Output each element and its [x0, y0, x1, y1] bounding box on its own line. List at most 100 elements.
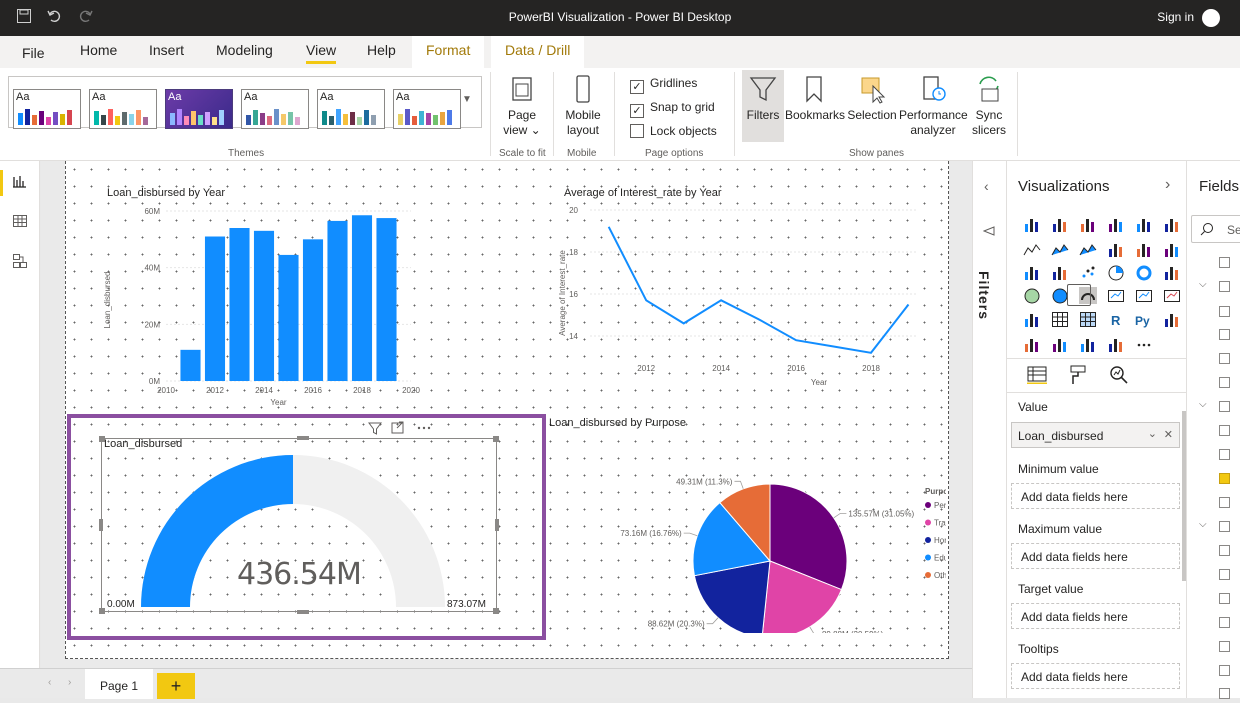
pie-chart[interactable]: 135.57M (31.05%) 89.88M (20.59%) 88.62M (2… — [556, 433, 946, 633]
field-checkbox[interactable] — [1219, 688, 1230, 699]
field-checkbox[interactable] — [1219, 425, 1230, 436]
tab-data-drill[interactable]: Data / Drill — [491, 36, 585, 68]
chevron-down-icon[interactable]: ▼ — [462, 94, 472, 105]
field-checkbox[interactable] — [1219, 401, 1230, 412]
chevron-down-icon[interactable]: ⌄ — [1148, 427, 1157, 440]
data-view-icon[interactable] — [10, 213, 30, 233]
close-icon[interactable]: ✕ — [1164, 428, 1173, 441]
field-checkbox[interactable] — [1219, 521, 1230, 532]
area2-icon[interactable] — [1079, 241, 1097, 258]
area-icon[interactable] — [1051, 241, 1069, 258]
selection-pane-button[interactable]: Selection — [846, 74, 898, 123]
maximum-value-well[interactable]: Add data fields here — [1011, 543, 1180, 569]
theme-executive[interactable]: Aa — [241, 89, 309, 129]
mobile-layout-button[interactable]: Mobile layout — [561, 74, 605, 138]
field-checkbox[interactable] — [1219, 449, 1230, 460]
theme-classic[interactable]: Aa — [89, 89, 157, 129]
chevron-down-icon[interactable]: ⌵ — [1199, 279, 1207, 290]
chevron-right-icon[interactable]: › — [1165, 176, 1170, 194]
bars-h-icon[interactable] — [1023, 216, 1041, 233]
field-checkbox[interactable] — [1219, 569, 1230, 580]
gridlines-checkbox[interactable]: ✓ Gridlines — [630, 76, 697, 94]
decomp-tree-icon[interactable] — [1023, 336, 1041, 353]
r-icon[interactable]: R — [1107, 311, 1125, 328]
bars-v3-icon[interactable] — [1163, 216, 1181, 233]
py-icon[interactable]: Py — [1135, 311, 1153, 328]
field-checkbox[interactable] — [1219, 497, 1230, 508]
field-checkbox[interactable] — [1219, 329, 1230, 340]
page-view-button[interactable]: Page view ⌄ — [500, 74, 544, 138]
matrix-icon[interactable] — [1079, 311, 1097, 328]
tab-format[interactable]: Format — [412, 36, 485, 68]
chevron-left-icon[interactable]: ‹ — [48, 677, 51, 688]
tab-modeling[interactable]: Modeling — [216, 42, 273, 58]
key-influencers-icon[interactable] — [1163, 311, 1181, 328]
tab-insert[interactable]: Insert — [149, 42, 184, 58]
more-icon[interactable] — [1135, 336, 1153, 353]
performance-analyzer-button[interactable]: Performance analyzer — [899, 74, 968, 138]
bars-v-icon[interactable] — [1051, 216, 1069, 233]
line-chart[interactable]: 14 16 18 20 2012 2014 2016 2018 Year Average of I… — [556, 201, 926, 401]
field-checkbox[interactable] — [1219, 257, 1230, 268]
theme-default[interactable]: Aa — [13, 89, 81, 129]
tab-home[interactable]: Home — [80, 42, 117, 58]
tab-file[interactable]: File — [22, 45, 45, 61]
add-page-button[interactable]: + — [157, 673, 195, 699]
format-paint-roller-icon[interactable] — [1069, 365, 1087, 388]
chevron-right-icon[interactable]: › — [68, 677, 71, 688]
combo-icon[interactable] — [1107, 241, 1125, 258]
field-checkbox[interactable] — [1219, 665, 1230, 676]
gauge-visual[interactable]: Loan_disbursed 0.00M 873.07M 436.54M — [67, 414, 546, 640]
chevron-left-icon[interactable]: ‹ — [984, 178, 989, 194]
map-icon[interactable] — [1023, 287, 1041, 304]
field-checkbox[interactable] — [1219, 473, 1230, 484]
tab-view[interactable]: View — [306, 42, 337, 64]
qa-icon[interactable] — [1051, 336, 1069, 353]
pie-icon[interactable] — [1107, 264, 1125, 281]
waterfall-icon[interactable] — [1023, 264, 1041, 281]
chevron-down-icon[interactable]: ⌵ — [1199, 519, 1207, 530]
bars-h3-icon[interactable] — [1135, 216, 1153, 233]
tooltips-well[interactable]: Add data fields here — [1011, 663, 1180, 689]
fields-search-input[interactable]: Se — [1191, 215, 1240, 243]
paginated-icon[interactable] — [1107, 336, 1125, 353]
treemap-icon[interactable] — [1163, 264, 1181, 281]
ribbon-icon[interactable] — [1163, 241, 1181, 258]
field-checkbox[interactable] — [1219, 641, 1230, 652]
card-icon[interactable] — [1107, 287, 1125, 304]
page-tab-page-1[interactable]: Page 1 — [85, 669, 153, 699]
sync-slicers-button[interactable]: Sync slicers — [967, 74, 1011, 138]
multi-card-icon[interactable] — [1135, 287, 1153, 304]
field-checkbox[interactable] — [1219, 306, 1230, 317]
smart-narrative-icon[interactable] — [1079, 336, 1097, 353]
analytics-magnifier-icon[interactable] — [1109, 365, 1129, 388]
field-checkbox[interactable] — [1219, 617, 1230, 628]
bookmarks-pane-button[interactable]: Bookmarks — [785, 74, 845, 123]
model-view-icon[interactable] — [10, 253, 30, 273]
snap-to-grid-checkbox[interactable]: ✓ Snap to grid — [630, 100, 715, 118]
funnel-icon[interactable] — [1051, 264, 1069, 281]
combo2-icon[interactable] — [1135, 241, 1153, 258]
value-well-field[interactable]: Loan_disbursed ⌄ ✕ — [1011, 422, 1180, 448]
chevron-down-icon[interactable]: ⌵ — [1199, 399, 1207, 410]
bar-chart[interactable]: 0M 20M 40M 60M 2010 2012 2014 2016 2018 2020 Year L… — [96, 205, 426, 410]
field-checkbox[interactable] — [1219, 377, 1230, 388]
lock-objects-checkbox[interactable]: Lock objects — [630, 124, 717, 138]
field-checkbox[interactable] — [1219, 353, 1230, 364]
minimum-value-well[interactable]: Add data fields here — [1011, 483, 1180, 509]
theme-dark[interactable]: Aa — [165, 89, 233, 129]
theme-innovate[interactable]: Aa — [393, 89, 461, 129]
report-view-icon[interactable] — [10, 173, 30, 193]
donut-icon[interactable] — [1135, 264, 1153, 281]
fields-tab-icon[interactable] — [1027, 366, 1047, 387]
table-icon[interactable] — [1051, 311, 1069, 328]
sign-in-link[interactable]: Sign in — [1157, 10, 1194, 24]
filters-pane-collapsed[interactable]: ‹ Filters — [972, 161, 1006, 698]
field-checkbox[interactable] — [1219, 281, 1230, 292]
bars-v2-icon[interactable] — [1107, 216, 1125, 233]
field-checkbox[interactable] — [1219, 545, 1230, 556]
tab-help[interactable]: Help — [367, 42, 396, 58]
line-icon[interactable] — [1023, 241, 1041, 258]
kpi-icon[interactable] — [1163, 287, 1181, 304]
theme-frontier[interactable]: Aa — [317, 89, 385, 129]
